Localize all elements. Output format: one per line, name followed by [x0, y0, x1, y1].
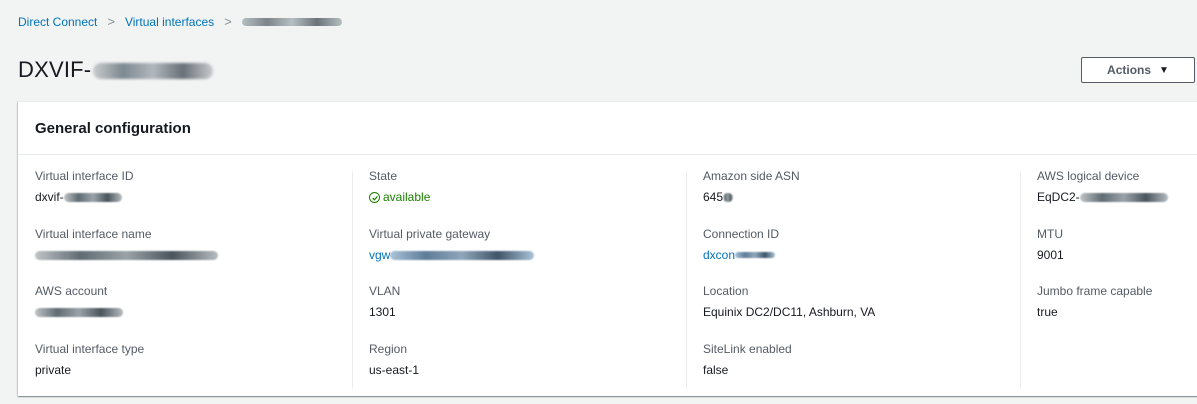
check-circle-icon	[369, 192, 380, 203]
field-label: AWS logical device	[1037, 169, 1140, 183]
field-value[interactable]: available	[369, 190, 686, 206]
status-badge: available	[369, 190, 430, 205]
panel-title: General configuration	[35, 119, 191, 137]
asn-value: 645	[703, 190, 724, 204]
details-column-4: AWS logical device EqDC2- MTU 9001 Jumbo…	[1020, 169, 1197, 399]
redacted-value	[35, 250, 218, 260]
redacted-value	[1079, 193, 1168, 203]
redacted-value	[390, 250, 535, 260]
field-label: Virtual private gateway	[369, 226, 491, 241]
field-value[interactable]: Equinix DC2/DC11, Ashburn, VA	[703, 305, 1020, 320]
field-state: State available	[369, 169, 686, 227]
field-label: VLAN	[369, 284, 401, 298]
caret-down-icon: ▼	[1159, 64, 1169, 76]
details-column-1: Virtual interface ID dxvif- Virtual inte…	[18, 169, 352, 399]
field-amazon-side-asn: Amazon side ASN 645	[703, 169, 1020, 227]
field-label: Virtual interface ID	[35, 169, 134, 183]
redacted-value	[735, 252, 776, 259]
field-label: State	[369, 169, 398, 183]
field-value[interactable]	[35, 305, 352, 320]
page-title-redacted	[93, 63, 214, 80]
field-label: Amazon side ASN	[703, 169, 800, 183]
field-value[interactable]: EqDC2-	[1037, 190, 1197, 205]
field-sitelink-enabled: SiteLink enabled false	[703, 342, 1020, 400]
redacted-value	[35, 308, 123, 318]
field-virtual-interface-name: Virtual interface name	[35, 227, 352, 285]
field-vlan: VLAN 1301	[369, 284, 686, 342]
field-aws-account: AWS account	[35, 284, 352, 342]
redacted-value	[63, 193, 122, 203]
field-value[interactable]: 9001	[1037, 248, 1197, 263]
field-label: Location	[703, 284, 749, 298]
field-value[interactable]: 1301	[369, 305, 686, 320]
field-value[interactable]: us-east-1	[369, 363, 686, 378]
page-header: DXVIF-	[18, 54, 1197, 86]
actions-button[interactable]: Actions ▼	[1081, 57, 1195, 83]
actions-button-label: Actions	[1107, 63, 1152, 77]
field-label: Region	[369, 341, 408, 356]
field-region: Region us-east-1	[369, 342, 686, 400]
vgw-value: vgw	[369, 247, 391, 262]
field-virtual-interface-type: Virtual interface type private	[35, 342, 352, 400]
field-virtual-interface-id: Virtual interface ID dxvif-	[35, 169, 352, 227]
field-connection-id: Connection ID dxcon	[703, 227, 1020, 285]
virtual-private-gateway-link[interactable]: vgw	[369, 248, 686, 263]
field-aws-logical-device: AWS logical device EqDC2-	[1037, 169, 1197, 227]
details-grid: Virtual interface ID dxvif- Virtual inte…	[18, 155, 1197, 399]
page-title: DXVIF-	[18, 57, 214, 83]
page-title-prefix: DXVIF-	[18, 57, 92, 82]
breadcrumb-separator-icon: >	[224, 14, 232, 29]
field-mtu: MTU 9001	[1037, 227, 1197, 285]
details-column-3: Amazon side ASN 645 Connection ID dxcon …	[686, 169, 1020, 399]
breadcrumb-separator-icon: >	[107, 14, 115, 29]
field-value[interactable]: true	[1037, 305, 1197, 320]
field-label: AWS account	[35, 284, 108, 298]
field-value[interactable]: private	[35, 363, 352, 378]
breadcrumb-virtual-interfaces[interactable]: Virtual interfaces	[125, 15, 214, 29]
breadcrumb-current-redacted	[241, 17, 342, 26]
field-label: MTU	[1037, 226, 1063, 241]
logical-device-value: EqDC2-	[1037, 190, 1080, 204]
general-configuration-panel: General configuration Virtual interface …	[18, 101, 1197, 396]
field-value[interactable]	[35, 248, 352, 263]
field-value[interactable]: false	[703, 363, 1020, 378]
field-label: SiteLink enabled	[703, 341, 792, 356]
field-label: Jumbo frame capable	[1037, 284, 1153, 298]
connection-id-value: dxcon	[703, 247, 736, 262]
state-value: available	[383, 190, 431, 204]
panel-header: General configuration	[18, 102, 1197, 155]
field-location: Location Equinix DC2/DC11, Ashburn, VA	[703, 284, 1020, 342]
connection-id-link[interactable]: dxcon	[703, 248, 1020, 263]
page: Direct Connect > Virtual interfaces > DX…	[0, 0, 1197, 404]
field-label: Virtual interface type	[35, 341, 145, 356]
field-jumbo-frame-capable: Jumbo frame capable true	[1037, 284, 1197, 342]
virtual-interface-id-value: dxvif-	[35, 190, 64, 204]
breadcrumb-direct-connect[interactable]: Direct Connect	[18, 15, 97, 29]
field-label: Virtual interface name	[35, 226, 152, 241]
field-value[interactable]: 645	[703, 190, 1020, 205]
field-virtual-private-gateway: Virtual private gateway vgw	[369, 227, 686, 285]
details-column-2: State available Virtual private gateway …	[352, 169, 686, 399]
field-value[interactable]: dxvif-	[35, 190, 352, 205]
field-label: Connection ID	[703, 226, 780, 241]
breadcrumb: Direct Connect > Virtual interfaces >	[18, 14, 342, 29]
redacted-value	[723, 193, 734, 203]
